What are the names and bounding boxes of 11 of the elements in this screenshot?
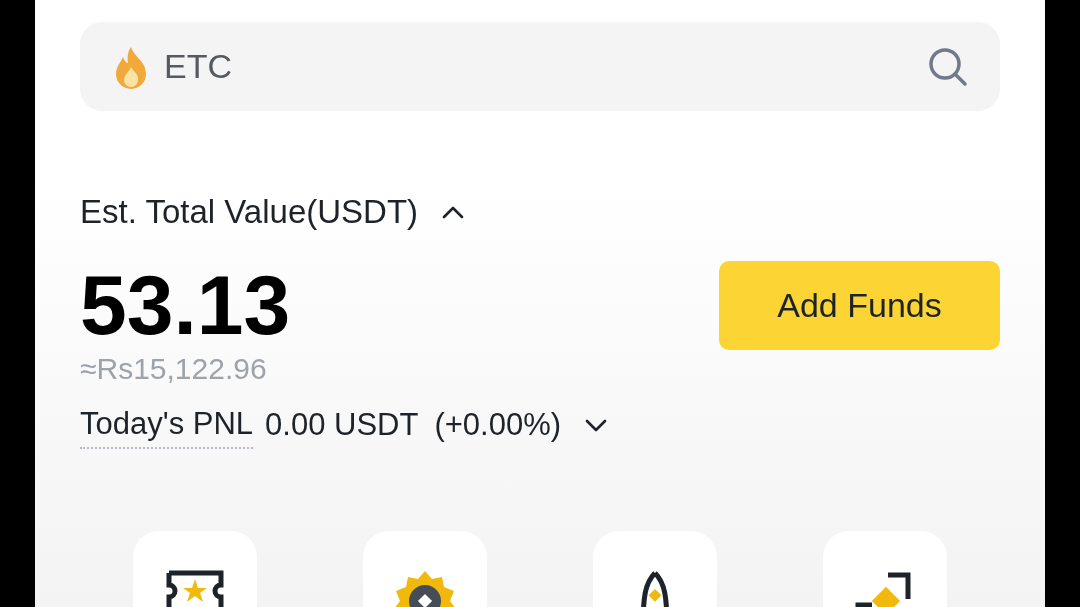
search-input[interactable]: ETC — [164, 41, 914, 92]
pnl-label: Today's PNL — [80, 400, 254, 449]
search-field[interactable]: ETC — [80, 22, 1000, 111]
pnl-change: (+0.00%) — [434, 405, 562, 444]
total-value-label: Est. Total Value(USDT) — [80, 192, 419, 232]
fiat-value: ≈Rs15,122.96 — [80, 350, 268, 387]
total-value: 53.13 — [80, 262, 291, 347]
pnl-value: 0.00 USDT — [265, 405, 419, 444]
ticket-icon — [165, 569, 225, 607]
add-funds-button[interactable]: Add Funds — [719, 260, 1000, 350]
search-icon[interactable] — [928, 46, 968, 87]
